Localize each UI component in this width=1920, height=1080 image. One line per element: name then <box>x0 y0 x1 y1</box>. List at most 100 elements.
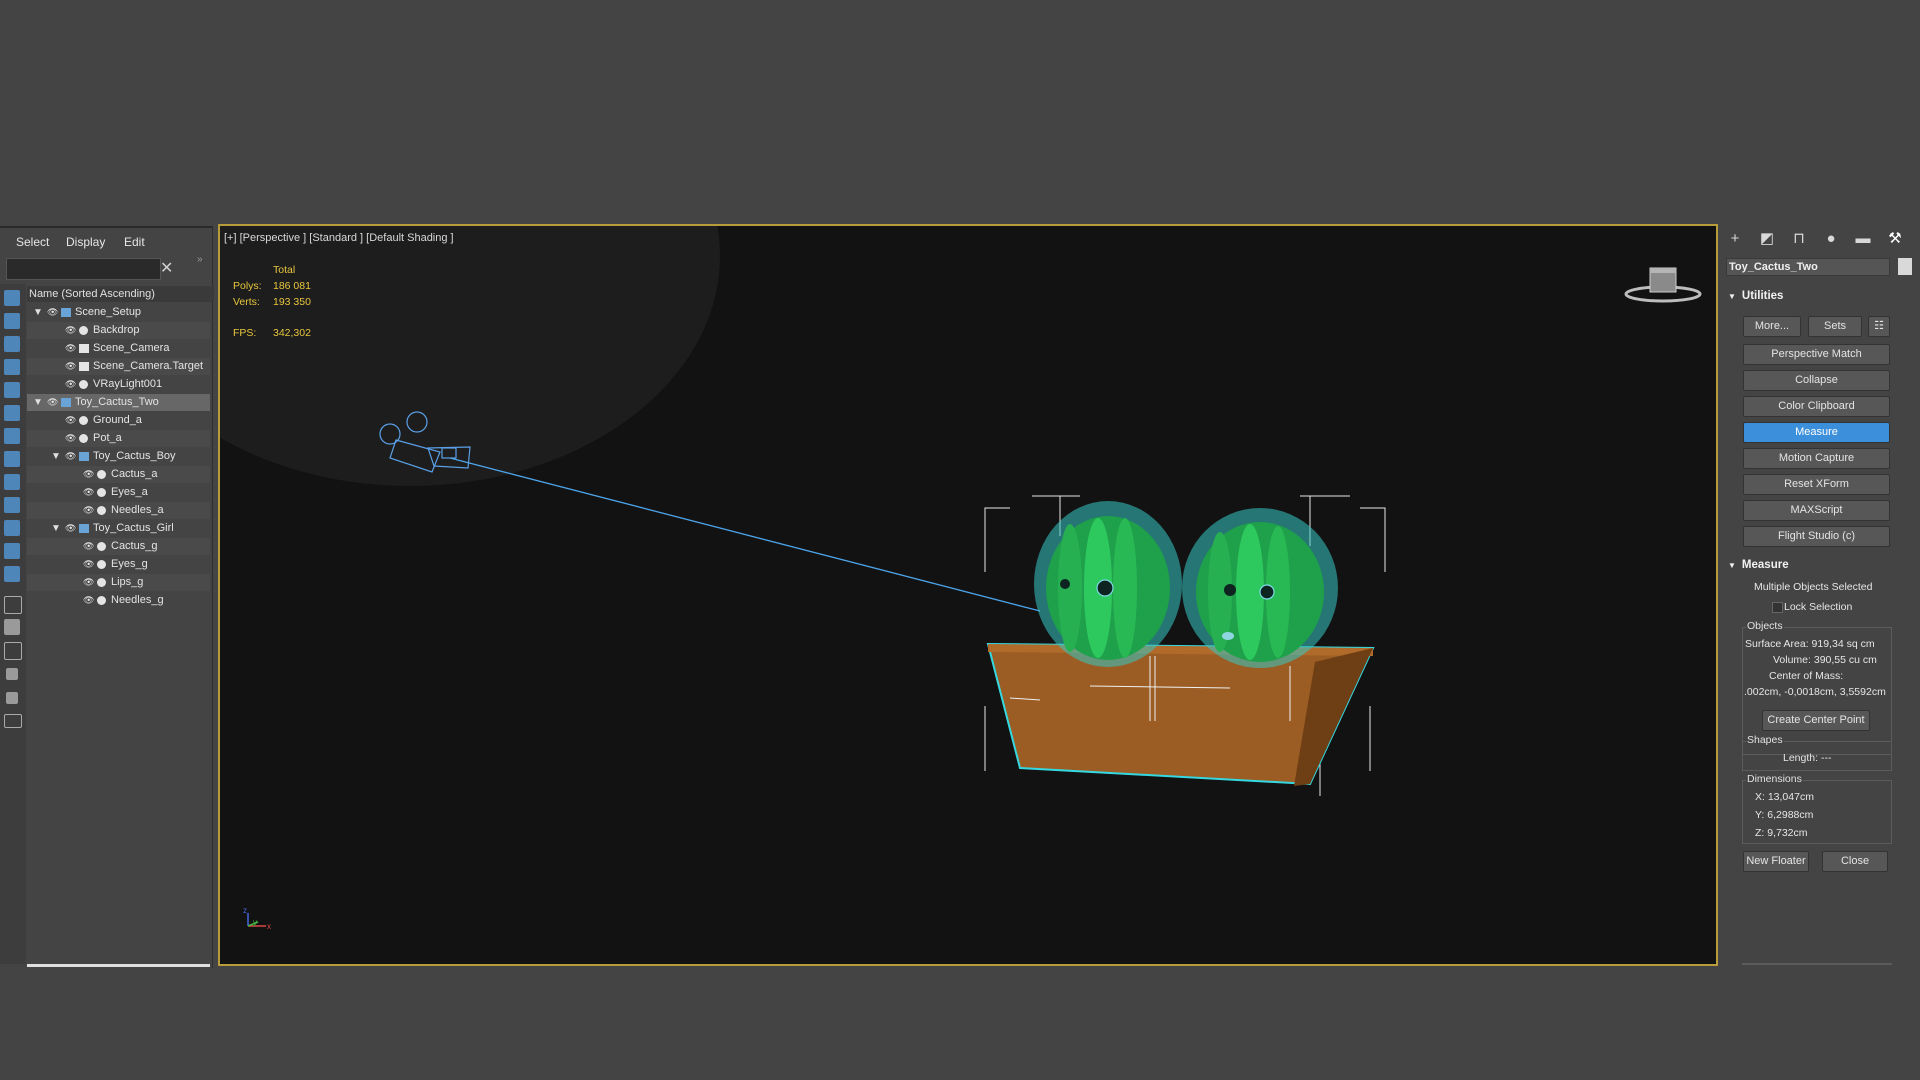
expand-toggle-icon[interactable]: ▼ <box>51 448 61 465</box>
utility-button-reset-xform[interactable]: Reset XForm <box>1743 474 1890 495</box>
explorer-search-input[interactable] <box>6 258 161 280</box>
visibility-eye-icon[interactable]: 👁 <box>83 574 94 591</box>
utilities-rollout-header[interactable]: ▼ Utilities <box>1728 290 1783 302</box>
filter-cameras-icon[interactable] <box>4 382 20 398</box>
tree-row[interactable]: 👁 Cactus_g <box>27 538 210 555</box>
utilities-tab-icon[interactable]: ⚒ <box>1884 228 1906 250</box>
filter-shapes-icon[interactable] <box>4 336 20 352</box>
tree-row[interactable]: 👁 Cactus_a <box>27 466 210 483</box>
menu-display[interactable]: Display <box>66 235 105 249</box>
utility-button-motion-capture[interactable]: Motion Capture <box>1743 448 1890 469</box>
tree-row[interactable]: ▼ 👁 Scene_Setup <box>27 304 210 321</box>
tree-row[interactable]: ▼ 👁 Toy_Cactus_Girl <box>27 520 210 537</box>
visibility-eye-icon[interactable]: 👁 <box>83 502 94 519</box>
utility-button-collapse[interactable]: Collapse <box>1743 370 1890 391</box>
hierarchy-tab-icon[interactable]: ⊓ <box>1788 228 1810 250</box>
utility-button-flight-studio-c[interactable]: Flight Studio (c) <box>1743 526 1890 547</box>
tree-row[interactable]: 👁 Lips_g <box>27 574 210 591</box>
motion-tab-icon[interactable]: ● <box>1820 228 1842 250</box>
display-all-icon[interactable] <box>4 596 22 614</box>
object-color-swatch[interactable] <box>1898 258 1912 275</box>
visibility-eye-icon[interactable]: 👁 <box>83 592 94 609</box>
sets-button[interactable]: Sets <box>1808 316 1862 337</box>
tree-row[interactable]: 👁 Ground_a <box>27 412 210 429</box>
utility-button-measure[interactable]: Measure <box>1743 422 1890 443</box>
visibility-eye-icon[interactable]: 👁 <box>83 538 94 555</box>
visibility-eye-icon[interactable]: 👁 <box>83 466 94 483</box>
more-utilities-button[interactable]: More... <box>1743 316 1801 337</box>
filter-containers-icon[interactable] <box>4 520 20 536</box>
toy-cactus-boy-object[interactable] <box>1034 501 1182 667</box>
utilities-title: Utilities <box>1741 290 1784 302</box>
filter-groups-icon[interactable] <box>4 451 20 467</box>
invert-display-icon[interactable] <box>4 642 22 660</box>
tree-row[interactable]: ▼ 👁 Toy_Cactus_Two <box>27 394 210 411</box>
visibility-eye-icon[interactable]: 👁 <box>65 448 76 465</box>
display-none-icon[interactable] <box>4 290 20 306</box>
visibility-eye-icon[interactable]: 👁 <box>65 520 76 537</box>
tree-row[interactable]: 👁 Scene_Camera.Target <box>27 358 210 375</box>
visibility-eye-icon[interactable]: 👁 <box>83 484 94 501</box>
filter-hidden-icon[interactable] <box>4 566 20 582</box>
filter-helpers-icon[interactable] <box>4 405 20 421</box>
explorer-horizontal-scrollbar[interactable] <box>27 964 210 967</box>
tree-row[interactable]: 👁 Eyes_a <box>27 484 210 501</box>
name-column-header[interactable]: Name (Sorted Ascending) <box>27 286 214 302</box>
explorer-menubar: Select Display Edit <box>0 228 212 254</box>
menu-select[interactable]: Select <box>16 235 49 249</box>
utility-button-maxscript[interactable]: MAXScript <box>1743 500 1890 521</box>
visibility-eye-icon[interactable]: 👁 <box>47 304 58 321</box>
dimensions-group: Dimensions X: 13,047cm Y: 6,2988cm Z: 9,… <box>1742 773 1892 844</box>
pot-object[interactable] <box>986 642 1375 786</box>
measure-rollout-header[interactable]: ▼ Measure <box>1728 559 1789 571</box>
geometry-icon <box>97 578 106 587</box>
visibility-eye-icon[interactable]: 👁 <box>83 556 94 573</box>
filter-xrefs-icon[interactable] <box>4 474 20 490</box>
toy-cactus-girl-object[interactable] <box>1182 508 1338 668</box>
visibility-eye-icon[interactable]: 👁 <box>65 322 76 339</box>
filter-particles-icon[interactable] <box>4 543 20 559</box>
visibility-eye-icon[interactable]: 👁 <box>65 358 76 375</box>
scene-camera-icon[interactable] <box>379 411 471 473</box>
tree-row[interactable]: ▼ 👁 Toy_Cactus_Boy <box>27 448 210 465</box>
filter-funnel-icon[interactable] <box>6 668 18 680</box>
clear-search-icon[interactable]: ✕ <box>160 258 173 278</box>
visibility-eye-icon[interactable]: 👁 <box>65 412 76 429</box>
tree-row[interactable]: 👁 Needles_a <box>27 502 210 519</box>
object-name-field[interactable]: Toy_Cactus_Two <box>1726 258 1890 276</box>
tree-row[interactable]: 👁 Backdrop <box>27 322 210 339</box>
tree-row[interactable]: 👁 Scene_Camera <box>27 340 210 357</box>
visibility-eye-icon[interactable]: 👁 <box>47 394 58 411</box>
expand-toggle-icon[interactable]: ▼ <box>33 394 43 411</box>
filter-lights-icon[interactable] <box>4 359 20 375</box>
filter-selected-icon[interactable] <box>6 692 18 704</box>
visibility-eye-icon[interactable]: 👁 <box>65 340 76 357</box>
create-tab-icon[interactable]: + <box>1724 228 1746 250</box>
create-center-point-button[interactable]: Create Center Point <box>1762 710 1870 731</box>
perspective-viewport[interactable]: [+] [Perspective ] [Standard ] [Default … <box>218 224 1718 966</box>
modify-tab-icon[interactable]: ◩ <box>1756 228 1778 250</box>
visibility-eye-icon[interactable]: 👁 <box>65 430 76 447</box>
menu-edit[interactable]: Edit <box>124 235 145 249</box>
lock-selection-checkbox[interactable] <box>1772 602 1783 613</box>
utility-button-color-clipboard[interactable]: Color Clipboard <box>1743 396 1890 417</box>
tree-row[interactable]: 👁 Pot_a <box>27 430 210 447</box>
layer-explorer-icon[interactable] <box>4 714 22 728</box>
utility-button-perspective-match[interactable]: Perspective Match <box>1743 344 1890 365</box>
new-floater-button[interactable]: New Floater <box>1743 851 1809 872</box>
tree-row[interactable]: 👁 Eyes_g <box>27 556 210 573</box>
filter-spacewarps-icon[interactable] <box>4 428 20 444</box>
filter-geometry-icon[interactable] <box>4 313 20 329</box>
tree-item-label: Pot_a <box>93 432 122 444</box>
expand-toggle-icon[interactable]: ▼ <box>51 520 61 537</box>
visibility-eye-icon[interactable]: 👁 <box>65 376 76 393</box>
display-none-icon-2[interactable] <box>4 619 20 635</box>
tree-row[interactable]: 👁 VRayLight001 <box>27 376 210 393</box>
filter-bones-icon[interactable] <box>4 497 20 513</box>
configure-sets-icon[interactable]: ☷ <box>1868 316 1890 337</box>
tree-row[interactable]: 👁 Needles_g <box>27 592 210 609</box>
close-button[interactable]: Close <box>1822 851 1888 872</box>
display-tab-icon[interactable]: ▬ <box>1852 228 1874 250</box>
expand-toggle-icon[interactable]: ▼ <box>33 304 43 321</box>
collapse-panel-icon[interactable]: » <box>197 254 203 265</box>
